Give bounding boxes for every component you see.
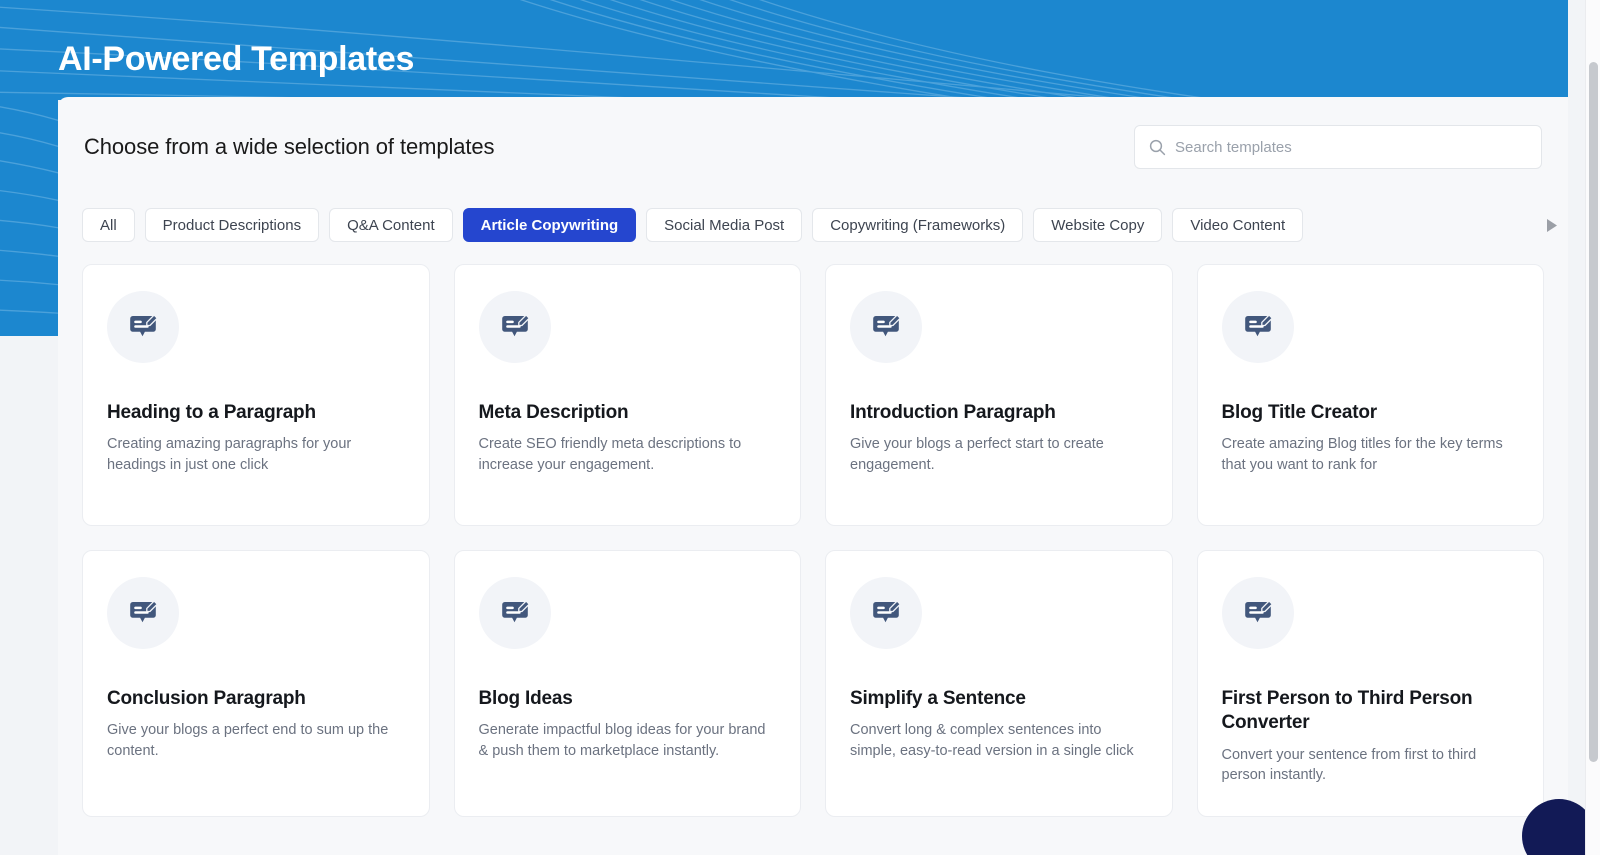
template-card[interactable]: Conclusion Paragraph Give your blogs a pe… <box>82 550 430 817</box>
card-description: Give your blogs a perfect end to sum up … <box>107 720 405 761</box>
card-title: Blog Title Creator <box>1222 401 1520 425</box>
search-box[interactable] <box>1134 125 1542 169</box>
search-icon <box>1149 139 1166 156</box>
card-title: First Person to Third Person Converter <box>1222 687 1520 736</box>
tabs-next-arrow[interactable] <box>1540 208 1562 242</box>
card-icon <box>850 291 922 363</box>
vertical-scrollbar[interactable] <box>1585 0 1600 855</box>
speech-bubble-pencil-icon <box>869 596 903 630</box>
card-description: Generate impactful blog ideas for your b… <box>479 720 777 761</box>
card-description: Convert long & complex sentences into si… <box>850 720 1148 761</box>
tab-social-media-post[interactable]: Social Media Post <box>646 208 802 242</box>
card-icon <box>479 291 551 363</box>
card-description: Create amazing Blog titles for the key t… <box>1222 434 1520 475</box>
template-card[interactable]: Introduction Paragraph Give your blogs a … <box>825 264 1173 526</box>
hero-left-rail <box>0 98 58 336</box>
tab-copywriting-frameworks[interactable]: Copywriting (Frameworks) <box>812 208 1023 242</box>
card-icon <box>1222 291 1294 363</box>
card-icon <box>107 291 179 363</box>
page-title: AI-Powered Templates <box>58 40 414 79</box>
speech-bubble-pencil-icon <box>869 310 903 344</box>
card-description: Creating amazing paragraphs for your hea… <box>107 434 405 475</box>
rail-pattern <box>0 98 58 336</box>
card-description: Give your blogs a perfect start to creat… <box>850 434 1148 475</box>
category-tabs: All Product Descriptions Q&A Content Articl… <box>58 197 1568 253</box>
card-title: Conclusion Paragraph <box>107 687 405 711</box>
tab-all[interactable]: All <box>82 208 135 242</box>
tab-article-copywriting[interactable]: Article Copywriting <box>463 208 637 242</box>
template-card[interactable]: Blog Title Creator Create amazing Blog ti… <box>1197 264 1545 526</box>
template-card[interactable]: Heading to a Paragraph Creating amazing p… <box>82 264 430 526</box>
card-description: Create SEO friendly meta descriptions to… <box>479 434 777 475</box>
panel-subtitle: Choose from a wide selection of template… <box>82 134 494 160</box>
tab-product-descriptions[interactable]: Product Descriptions <box>145 208 319 242</box>
search-input[interactable] <box>1175 139 1515 156</box>
tab-video-content[interactable]: Video Content <box>1172 208 1303 242</box>
speech-bubble-pencil-icon <box>1241 596 1275 630</box>
card-icon <box>850 577 922 649</box>
chevron-right-icon <box>1545 218 1558 233</box>
speech-bubble-pencil-icon <box>126 596 160 630</box>
template-card[interactable]: Simplify a Sentence Convert long & comple… <box>825 550 1173 817</box>
card-icon <box>107 577 179 649</box>
card-title: Heading to a Paragraph <box>107 401 405 425</box>
template-card[interactable]: Blog Ideas Generate impactful blog ideas … <box>454 550 802 817</box>
card-title: Blog Ideas <box>479 687 777 711</box>
card-description: Convert your sentence from first to thir… <box>1222 745 1520 786</box>
template-card[interactable]: Meta Description Create SEO friendly meta… <box>454 264 802 526</box>
speech-bubble-pencil-icon <box>498 596 532 630</box>
speech-bubble-pencil-icon <box>498 310 532 344</box>
speech-bubble-pencil-icon <box>1241 310 1275 344</box>
scrollbar-thumb[interactable] <box>1589 62 1598 762</box>
tab-q-a-content[interactable]: Q&A Content <box>329 208 453 242</box>
card-icon <box>479 577 551 649</box>
templates-page: AI-Powered Templates Choose from a wide … <box>0 0 1600 855</box>
templates-panel: Choose from a wide selection of template… <box>58 97 1568 855</box>
speech-bubble-pencil-icon <box>126 310 160 344</box>
tabs-list: All Product Descriptions Q&A Content Articl… <box>82 208 1303 242</box>
panel-header: Choose from a wide selection of template… <box>58 97 1568 197</box>
templates-grid: Heading to a Paragraph Creating amazing p… <box>58 253 1568 841</box>
hero-banner: AI-Powered Templates <box>0 0 1568 100</box>
card-title: Introduction Paragraph <box>850 401 1148 425</box>
card-icon <box>1222 577 1294 649</box>
template-card[interactable]: First Person to Third Person Converter Co… <box>1197 550 1545 817</box>
card-title: Meta Description <box>479 401 777 425</box>
card-title: Simplify a Sentence <box>850 687 1148 711</box>
tab-website-copy[interactable]: Website Copy <box>1033 208 1162 242</box>
